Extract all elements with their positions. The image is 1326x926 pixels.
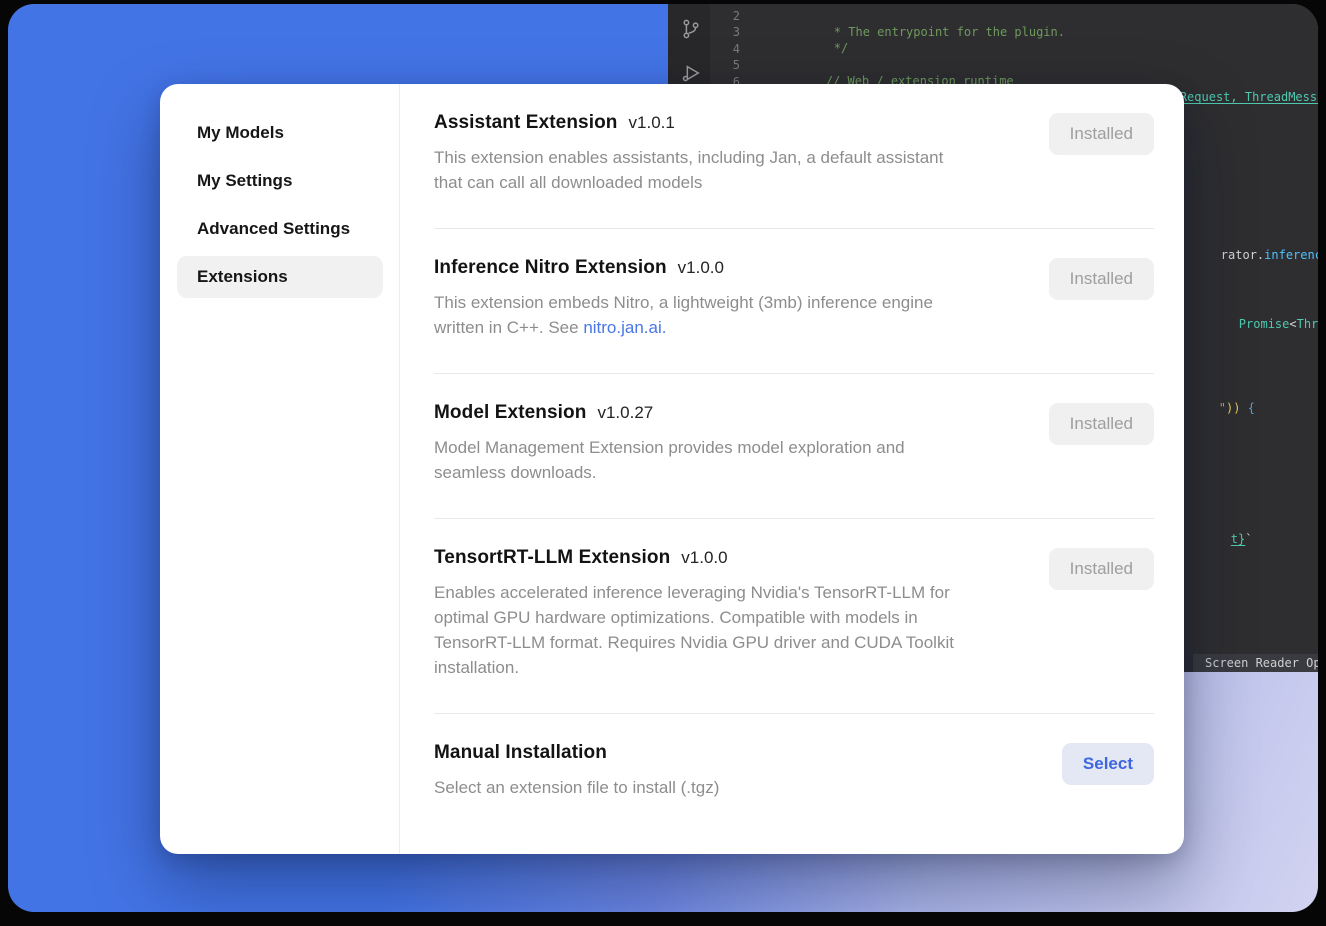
extension-row-model: Model Extension v1.0.27 Model Management… xyxy=(434,374,1154,518)
extension-name: Manual Installation xyxy=(434,742,607,764)
installed-button[interactable]: Installed xyxy=(1049,113,1154,155)
settings-modal: My Models My Settings Advanced Settings … xyxy=(160,84,1184,854)
screen-reader-optimized-badge[interactable]: Screen Reader Optimized xyxy=(1193,654,1318,672)
code-fragment-template: t}` xyxy=(1173,515,1252,564)
extension-name: Assistant Extension xyxy=(434,112,618,134)
source-control-icon[interactable] xyxy=(680,18,702,40)
settings-sidebar: My Models My Settings Advanced Settings … xyxy=(160,84,400,854)
extension-description: This extension enables assistants, inclu… xyxy=(434,145,943,195)
code-fragment-inference: rator.inference(data)); xyxy=(1163,231,1318,280)
desktop-background: 2 3 4 5 6 * The entrypoint for the plugi… xyxy=(0,0,1326,926)
extension-row-inference-nitro: Inference Nitro Extension v1.0.0 This ex… xyxy=(434,229,1154,373)
extension-version: v1.0.1 xyxy=(629,113,675,133)
sidebar-item-extensions[interactable]: Extensions xyxy=(177,256,383,298)
extension-name: TensortRT-LLM Extension xyxy=(434,547,670,569)
sidebar-item-my-settings[interactable]: My Settings xyxy=(177,160,383,202)
code-fragment-promise: Promise<ThreadMessage> xyxy=(1181,300,1318,349)
app-window: 2 3 4 5 6 * The entrypoint for the plugi… xyxy=(8,4,1318,912)
extension-version: v1.0.0 xyxy=(681,548,727,568)
extension-version: v1.0.27 xyxy=(597,403,653,423)
extension-name: Inference Nitro Extension xyxy=(434,257,667,279)
extension-description: Enables accelerated inference leveraging… xyxy=(434,580,954,680)
installed-button[interactable]: Installed xyxy=(1049,258,1154,300)
extension-row-assistant: Assistant Extension v1.0.1 This extensio… xyxy=(434,84,1154,228)
extension-row-tensorrt-llm: TensortRT-LLM Extension v1.0.0 Enables a… xyxy=(434,519,1154,713)
extension-version: v1.0.0 xyxy=(678,258,724,278)
extension-name: Model Extension xyxy=(434,402,586,424)
extensions-list: Assistant Extension v1.0.1 This extensio… xyxy=(400,84,1184,854)
extension-description: This extension embeds Nitro, a lightweig… xyxy=(434,290,933,340)
select-file-button[interactable]: Select xyxy=(1062,743,1154,785)
line-numbers: 2 3 4 5 6 xyxy=(716,8,740,90)
extension-row-manual-installation: Manual Installation Select an extension … xyxy=(434,714,1154,833)
extension-description: Model Management Extension provides mode… xyxy=(434,435,905,485)
run-debug-icon[interactable] xyxy=(680,62,702,84)
sidebar-item-my-models[interactable]: My Models xyxy=(177,112,383,154)
nitro-jan-ai-link[interactable]: nitro.jan.ai. xyxy=(583,318,666,337)
installed-button[interactable]: Installed xyxy=(1049,403,1154,445)
sidebar-item-advanced-settings[interactable]: Advanced Settings xyxy=(177,208,383,250)
installed-button[interactable]: Installed xyxy=(1049,548,1154,590)
extension-description: Select an extension file to install (.tg… xyxy=(434,775,719,800)
